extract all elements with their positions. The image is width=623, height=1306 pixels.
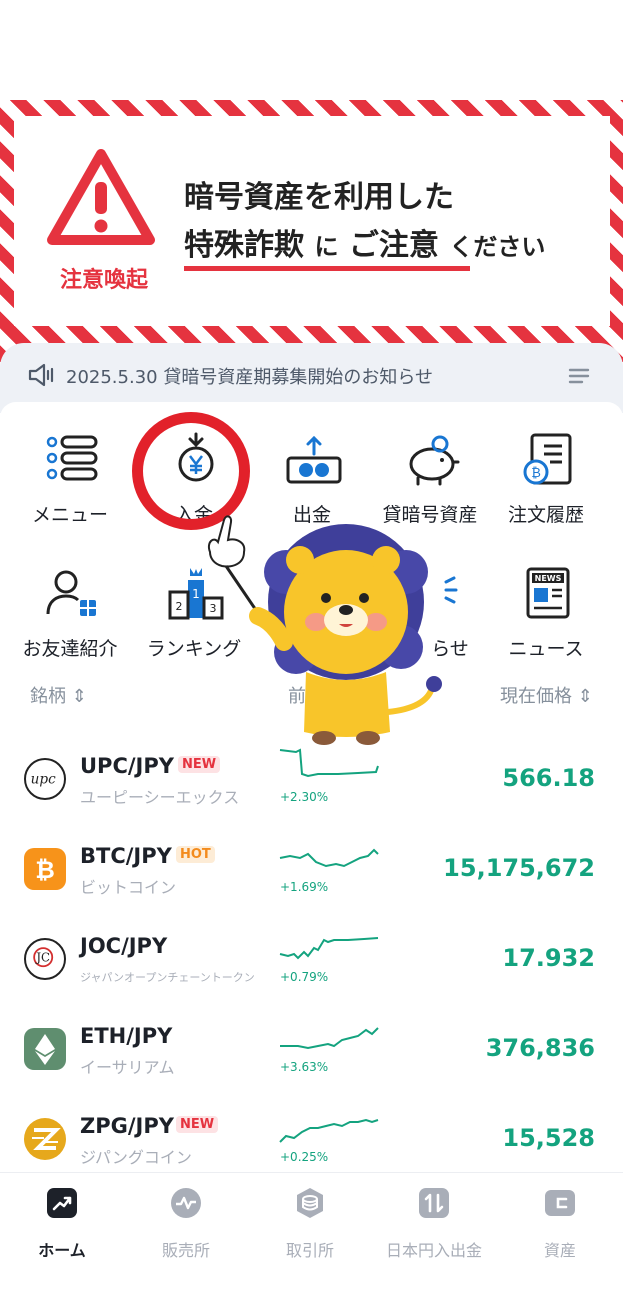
transfer-arrows-icon bbox=[419, 1188, 449, 1218]
withdraw-money-icon bbox=[286, 435, 342, 484]
svg-text:NEWS: NEWS bbox=[535, 574, 562, 583]
price-change: +0.79% bbox=[280, 970, 329, 984]
sort-icon: ⇕ bbox=[71, 686, 87, 707]
banner-underline bbox=[184, 266, 470, 271]
menu-item-label: メニュー bbox=[31, 504, 108, 526]
piggy-bank-icon bbox=[409, 435, 460, 486]
banner-headline-2: 特殊詐欺 に ご注意 ください bbox=[184, 220, 545, 264]
tab-sales[interactable]: 販売所 bbox=[124, 1183, 248, 1263]
order-history-icon: ₿ bbox=[523, 433, 572, 485]
coin-name: イーサリアム bbox=[80, 1058, 175, 1077]
menu-item-order-history[interactable]: ₿ 注文履歴 bbox=[484, 412, 608, 526]
current-price: 15,528 bbox=[502, 1124, 595, 1152]
menu-item-news[interactable]: NEWS ニュース bbox=[484, 546, 608, 660]
fraud-warning-banner[interactable]: 注意喚起 暗号資産を利用した 特殊詐欺 に ご注意 ください bbox=[0, 100, 623, 362]
table-row[interactable]: ₿ BTC/JPY HOT ビットコイン +1.69% 15,175,672 bbox=[0, 830, 623, 920]
menu-item-lending[interactable]: 貸暗号資産 bbox=[368, 412, 492, 526]
speaker-icon bbox=[28, 363, 54, 387]
sparkline-chart bbox=[279, 937, 379, 960]
pair-name: ETH/JPY bbox=[80, 1024, 173, 1048]
col-header-price[interactable]: 現在価格 ⇕ bbox=[500, 682, 593, 708]
current-price: 566.18 bbox=[502, 764, 595, 792]
current-price: 15,175,672 bbox=[443, 854, 595, 882]
upc-logo-icon: upc bbox=[24, 758, 66, 800]
menu-item-label: 注文履歴 bbox=[507, 504, 584, 526]
coin-stack-icon bbox=[297, 1188, 323, 1218]
price-change: +2.30% bbox=[280, 790, 329, 804]
ethereum-logo-icon bbox=[24, 1028, 66, 1070]
notice-list-icon[interactable] bbox=[568, 365, 590, 387]
sparkline-chart bbox=[280, 1027, 379, 1050]
invite-friend-icon bbox=[46, 570, 96, 616]
tab-home[interactable]: ホーム bbox=[0, 1183, 124, 1263]
svg-text:₿: ₿ bbox=[531, 466, 541, 481]
new-badge: NEW bbox=[176, 1116, 219, 1133]
pair-name: BTC/JPY bbox=[80, 844, 172, 868]
col-header-name-text: 銘柄 bbox=[30, 686, 66, 707]
svg-text:₿: ₿ bbox=[35, 856, 55, 884]
zpg-logo-icon bbox=[24, 1118, 66, 1160]
sort-icon: ⇕ bbox=[577, 686, 593, 707]
bottom-tab-bar: ホーム 販売所 取引所 日本円入出金 資産 bbox=[0, 1172, 623, 1306]
pointing-hand-icon bbox=[208, 515, 262, 617]
exchange-wave-icon bbox=[171, 1188, 201, 1218]
tab-label: ホーム bbox=[38, 1241, 86, 1260]
tab-label: 日本円入出金 bbox=[385, 1241, 482, 1260]
sparkline-chart bbox=[279, 748, 379, 778]
menu-item-invite[interactable]: お友達紹介 bbox=[8, 546, 132, 660]
warning-label: 注意喚起 bbox=[59, 268, 148, 293]
pair-name: JOC/JPY bbox=[80, 934, 168, 958]
menu-item-label: ニュース bbox=[508, 638, 584, 660]
coin-name: ジャパンオープンチェーントークン bbox=[80, 971, 255, 984]
notice-text: 2025.5.30 貸暗号資産期募集開始のお知らせ bbox=[66, 367, 433, 388]
hot-badge: HOT bbox=[176, 846, 215, 863]
table-row[interactable]: upc UPC/JPY NEW ユーピーシーエックス +2.30% 566.18 bbox=[0, 740, 623, 830]
tab-jpy-transfer[interactable]: 日本円入出金 bbox=[372, 1183, 496, 1263]
wallet-icon bbox=[545, 1190, 575, 1216]
price-change: +0.25% bbox=[280, 1150, 329, 1164]
menu-list-icon bbox=[46, 435, 98, 481]
tab-exchange[interactable]: 取引所 bbox=[248, 1183, 372, 1263]
menu-item-label: お友達紹介 bbox=[22, 638, 118, 660]
coin-name: ジパングコイン bbox=[80, 1148, 192, 1167]
home-chart-icon bbox=[47, 1188, 77, 1218]
banner-headline-1: 暗号資産を利用した bbox=[184, 180, 454, 215]
col-header-price-text: 現在価格 bbox=[500, 686, 572, 707]
bitcoin-logo-icon: ₿ bbox=[24, 848, 66, 890]
price-change: +1.69% bbox=[280, 880, 329, 894]
pair-name: ZPG/JPY bbox=[80, 1114, 174, 1138]
pair-name: UPC/JPY bbox=[80, 754, 174, 778]
tab-label: 資産 bbox=[543, 1241, 576, 1260]
banner-emphasis-1: 特殊詐欺 bbox=[184, 228, 304, 263]
coin-name: ユーピーシーエックス bbox=[80, 788, 240, 807]
svg-text:JC: JC bbox=[35, 951, 50, 965]
lion-mascot-illustration bbox=[208, 515, 442, 745]
warning-triangle-icon bbox=[47, 149, 155, 245]
banner-particle: に bbox=[314, 233, 339, 261]
sparkline-chart bbox=[279, 1118, 379, 1143]
banner-suffix: ください bbox=[449, 233, 546, 261]
table-row[interactable]: JC JOC/JPY ジャパンオープンチェーントークン +0.79% 17.93… bbox=[0, 920, 623, 1010]
tab-label: 販売所 bbox=[161, 1241, 210, 1260]
table-row[interactable]: ETH/JPY イーサリアム +3.63% 376,836 bbox=[0, 1010, 623, 1100]
news-icon: NEWS bbox=[526, 567, 570, 619]
col-header-name[interactable]: 銘柄 ⇕ bbox=[30, 682, 87, 708]
price-change: +3.63% bbox=[280, 1060, 329, 1074]
sparkline-chart bbox=[279, 848, 379, 868]
menu-item-withdraw[interactable]: 出金 bbox=[250, 412, 374, 526]
svg-text:2: 2 bbox=[176, 600, 183, 613]
current-price: 376,836 bbox=[485, 1034, 595, 1062]
tab-label: 取引所 bbox=[285, 1241, 334, 1260]
new-badge: NEW bbox=[178, 756, 221, 773]
banner-card: 注意喚起 暗号資産を利用した 特殊詐欺 に ご注意 ください bbox=[14, 116, 610, 326]
coin-name: ビットコイン bbox=[80, 878, 177, 897]
tab-assets[interactable]: 資産 bbox=[498, 1183, 622, 1263]
current-price: 17.932 bbox=[502, 944, 595, 972]
status-area bbox=[0, 0, 623, 100]
svg-text:upc: upc bbox=[31, 772, 56, 788]
banner-emphasis-2: ご注意 bbox=[348, 228, 439, 263]
joc-logo-icon: JC bbox=[24, 938, 66, 980]
menu-item-menu[interactable]: メニュー bbox=[8, 412, 132, 526]
